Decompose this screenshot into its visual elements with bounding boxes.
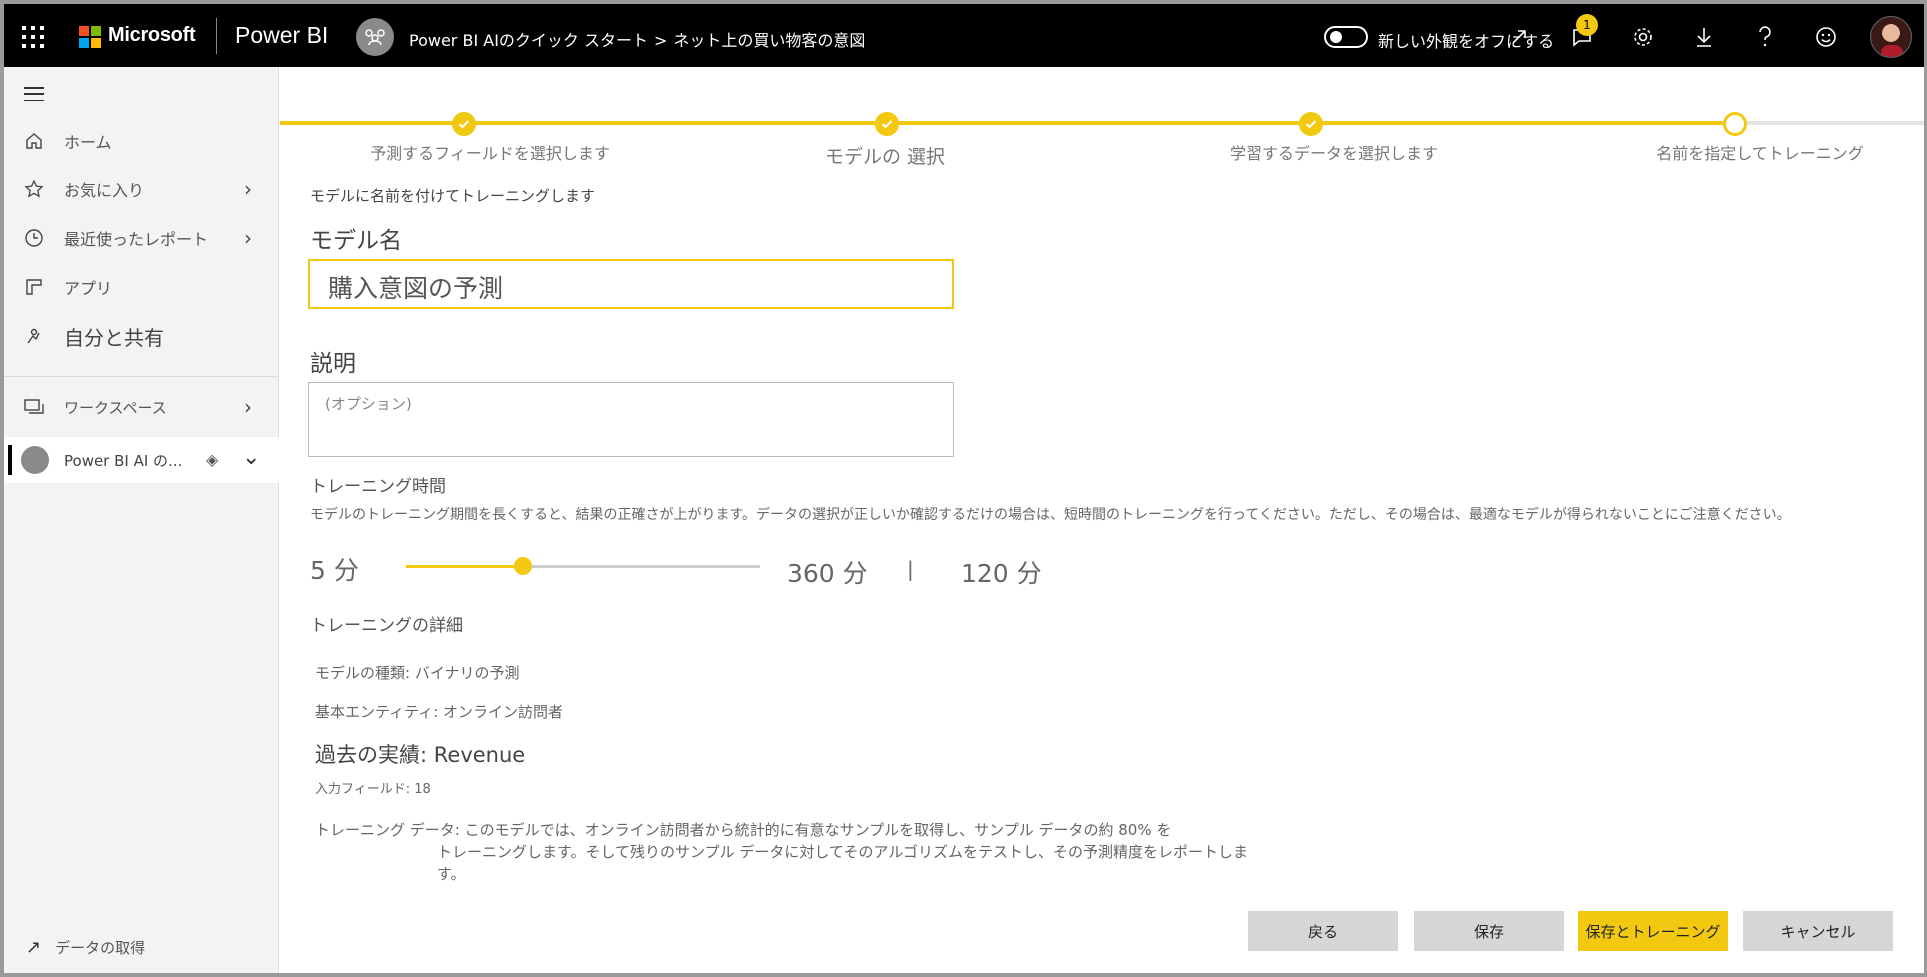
share-icon xyxy=(22,324,46,348)
slider-thumb[interactable] xyxy=(514,557,532,575)
breadcrumb: Power BI AIのクイック スタート > ネット上の買い物客の意図 xyxy=(409,27,871,51)
divider xyxy=(4,376,279,377)
sidebar-item-label: アプリ xyxy=(64,279,113,298)
step-complete-check-icon[interactable] xyxy=(452,112,476,136)
help-icon[interactable] xyxy=(1752,24,1778,50)
slider-max-label: 360 分 xyxy=(787,559,868,588)
chevron-down-icon[interactable]: ⌄ xyxy=(242,445,260,470)
sidebar-item-current-workspace[interactable]: Power BI AI の... ◈ ⌄ xyxy=(4,437,279,483)
step-label[interactable]: 予測するフィールドを選択します xyxy=(370,140,610,164)
get-data-label: データの取得 xyxy=(55,939,146,957)
form-subtitle: モデルに名前を付けてトレーニングします xyxy=(310,187,596,205)
workspace-avatar-icon xyxy=(356,18,394,56)
training-data-line-1: トレーニング データ: このモデルでは、オンライン訪問者から統計的に有意なサンプ… xyxy=(315,821,1172,839)
app-name[interactable]: Power BI xyxy=(235,22,328,49)
sidebar-item-shared[interactable]: 自分と共有 xyxy=(4,316,279,356)
arrow-up-right-icon: ↗ xyxy=(26,937,42,958)
historical-outcome-text: 過去の実績: Revenue xyxy=(315,743,526,767)
stepper-progress-line xyxy=(280,121,1737,125)
description-input[interactable]: (オプション) xyxy=(308,382,954,457)
step-label: 名前を指定してトレーニング xyxy=(1656,144,1864,163)
notification-badge: 1 xyxy=(1576,14,1598,36)
breadcrumb-workspace[interactable]: Power BI AIのクイック スタート xyxy=(409,31,648,50)
brand-name: Microsoft xyxy=(108,24,196,46)
breadcrumb-current: ネット上の買い物客の意図 xyxy=(673,31,866,50)
save-and-train-button[interactable]: 保存とトレーニング xyxy=(1578,911,1728,951)
active-indicator xyxy=(8,445,12,475)
feedback-smiley-icon[interactable] xyxy=(1813,24,1839,50)
workspace-avatar-icon xyxy=(21,446,49,474)
step-complete-check-icon[interactable] xyxy=(875,112,899,136)
back-button[interactable]: 戻る xyxy=(1248,911,1398,951)
get-data-link[interactable]: ↗ データの取得 xyxy=(26,937,145,958)
settings-icon[interactable] xyxy=(1630,24,1656,50)
base-entity-text: 基本エンティティ: オンライン訪問者 xyxy=(315,703,564,721)
new-look-toggle[interactable] xyxy=(1324,26,1368,48)
user-avatar[interactable] xyxy=(1870,16,1912,58)
premium-diamond-icon: ◈ xyxy=(206,450,219,469)
sidebar: ホーム お気に入り › 最近使ったレポート › アプリ 自分と共有 ワークスペー… xyxy=(4,67,279,973)
sidebar-item-workspaces[interactable]: ワークスペース › xyxy=(4,387,279,427)
download-icon[interactable] xyxy=(1691,24,1717,50)
top-bar: Microsoft Power BI Power BI AIのクイック スタート… xyxy=(4,4,1924,67)
description-label: 説明 xyxy=(310,351,356,377)
slider-fill xyxy=(406,565,523,568)
chevron-right-icon[interactable]: › xyxy=(244,395,252,419)
training-details-label: トレーニングの詳細 xyxy=(310,616,463,636)
input-fields-text: 入力フィールド: 18 xyxy=(315,782,431,797)
main-content: 予測するフィールドを選択します モデルの 選択 学習するデータを選択します 名前… xyxy=(280,67,1924,973)
training-time-slider[interactable] xyxy=(406,557,760,575)
cancel-button[interactable]: キャンセル xyxy=(1743,911,1893,951)
sidebar-item-favorites[interactable]: お気に入り › xyxy=(4,169,279,209)
slider-separator: | xyxy=(907,557,914,581)
step-label[interactable]: 学習するデータを選択します xyxy=(1230,140,1438,164)
training-time-label: トレーニング時間 xyxy=(310,477,446,497)
microsoft-logo-icon xyxy=(79,26,101,48)
training-data-text: トレーニング データ: このモデルでは、オンライン訪問者から統計的に有意なサンプ… xyxy=(315,819,1255,885)
hamburger-menu-icon[interactable] xyxy=(24,87,44,101)
chevron-right-icon[interactable]: › xyxy=(244,177,252,201)
sidebar-item-label: 最近使ったレポート xyxy=(64,230,209,249)
model-type-text: モデルの種類: バイナリの予測 xyxy=(315,664,520,682)
clock-icon xyxy=(22,226,46,250)
sidebar-item-label: Power BI AI の... xyxy=(64,452,183,470)
step-label[interactable]: モデルの 選択 xyxy=(825,142,945,169)
slider-min-label: 5 分 xyxy=(310,556,359,585)
save-button[interactable]: 保存 xyxy=(1414,911,1564,951)
breadcrumb-separator: > xyxy=(654,31,668,50)
divider xyxy=(216,18,217,54)
sidebar-item-apps[interactable]: アプリ xyxy=(4,267,279,307)
sidebar-item-label: ホーム xyxy=(64,133,112,152)
chevron-right-icon[interactable]: › xyxy=(244,226,252,250)
model-name-label: モデル名 xyxy=(310,228,402,254)
sidebar-item-label: ワークスペース xyxy=(64,398,167,417)
sidebar-item-label: お気に入り xyxy=(64,181,145,200)
step-current-indicator xyxy=(1723,112,1747,136)
star-icon xyxy=(22,177,46,201)
training-data-line-2: トレーニングします。そして残りのサンプル データに対してそのアルゴリズムをテスト… xyxy=(437,843,1249,883)
apps-icon xyxy=(22,275,46,299)
training-time-help: モデルのトレーニング期間を長くすると、結果の正確さが上がります。データの選択が正… xyxy=(310,507,1791,523)
stepper-remaining-line xyxy=(1737,121,1924,125)
slider-value-label: 120 分 xyxy=(961,559,1042,588)
sidebar-item-home[interactable]: ホーム xyxy=(4,121,279,161)
expand-icon[interactable] xyxy=(1506,24,1532,50)
step-complete-check-icon[interactable] xyxy=(1299,112,1323,136)
sidebar-item-label: 自分と共有 xyxy=(64,325,164,350)
model-name-input[interactable]: 購入意図の予測 xyxy=(308,259,954,309)
app-launcher-icon[interactable] xyxy=(22,26,44,48)
home-icon xyxy=(22,129,46,153)
sidebar-item-recent[interactable]: 最近使ったレポート › xyxy=(4,218,279,258)
workspaces-icon xyxy=(22,395,46,419)
